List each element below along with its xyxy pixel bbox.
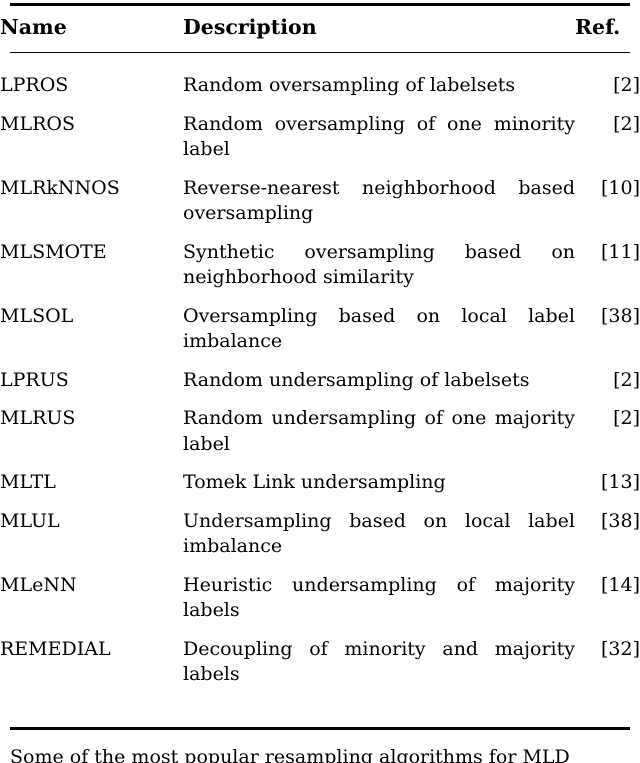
cell-description: Random oversampling of one minor­ity lab…: [183, 112, 575, 161]
cell-name: MLTL: [0, 471, 56, 493]
table-row: MLUL Undersampling based on local label …: [0, 509, 640, 573]
cell-ref: [2]: [613, 74, 640, 96]
table-row: MLRUS Random undersampling of one ma­jor…: [0, 406, 640, 470]
cell-name: MLROS: [0, 112, 75, 135]
resampling-algorithms-table: Name Description Ref. LPROS Random overs…: [0, 0, 640, 704]
cell-name: REMEDIAL: [0, 637, 111, 660]
cell-ref: [32]: [600, 637, 640, 660]
cell-ref: [38]: [600, 509, 640, 532]
cell-ref: [2]: [613, 407, 640, 429]
cell-description: Random undersampling of one ma­jority la…: [183, 407, 575, 455]
cell-name: MLSMOTE: [0, 240, 107, 263]
cell-ref: [38]: [600, 304, 640, 327]
header-top-spacer: [0, 0, 640, 14]
cell-description: Random undersampling of labelsets: [183, 368, 530, 391]
table-row: MLROS Random oversampling of one minor­i…: [0, 112, 640, 176]
table-row: MLSMOTE Synthetic oversampling based on …: [0, 240, 640, 304]
table-row: MLSOL Oversampling based on local label …: [0, 304, 640, 368]
column-header-ref: Ref.: [575, 15, 621, 39]
cell-ref: [2]: [613, 368, 640, 391]
cell-name: LPROS: [0, 74, 69, 96]
cell-name: MLeNN: [0, 573, 77, 596]
cell-ref: [11]: [600, 240, 640, 263]
cell-description: Reverse-nearest neighborhood based overs…: [183, 176, 575, 225]
column-header-description: Description: [183, 15, 317, 39]
table-row: MLeNN Heuristic undersampling of majorit…: [0, 573, 640, 637]
table-header-row: Name Description Ref.: [0, 14, 640, 52]
table-row: MLTL Tomek Link undersampling [13]: [0, 470, 640, 509]
cell-ref: [14]: [600, 573, 640, 596]
cell-description: Decoupling of minority and majority labe…: [183, 637, 575, 686]
column-header-name: Name: [0, 15, 67, 39]
cell-name: MLRkNNOS: [0, 176, 120, 199]
cell-description: Undersampling based on local label imbal…: [183, 509, 575, 558]
cell-ref: [2]: [613, 112, 640, 135]
cell-description: Heuristic undersampling of majority labe…: [183, 573, 575, 622]
cell-description: Oversampling based on local label imbala…: [183, 304, 575, 353]
cell-name: LPRUS: [0, 368, 69, 391]
cell-description: Random oversampling of labelsets: [183, 74, 516, 96]
table-caption: Some of the most popular resampling algo…: [10, 746, 570, 763]
table-row: LPRUS Random undersampling of labelsets …: [0, 368, 640, 407]
table-row: REMEDIAL Decoupling of minority and majo…: [0, 637, 640, 704]
table-page: Name Description Ref. LPROS Random overs…: [0, 0, 640, 763]
cell-description: Synthetic oversampling based on neighbor…: [183, 240, 575, 289]
table-bottom-rule: [10, 727, 630, 730]
cell-description: Tomek Link undersampling: [183, 471, 446, 493]
cell-name: MLUL: [0, 509, 60, 532]
cell-ref: [13]: [600, 471, 640, 493]
table-row: MLRkNNOS Reverse-nearest neighborhood ba…: [0, 176, 640, 240]
cell-name: MLRUS: [0, 407, 76, 429]
table-row: LPROS Random oversampling of labelsets […: [0, 73, 640, 112]
header-bottom-spacer: [0, 52, 640, 73]
cell-name: MLSOL: [0, 304, 74, 327]
cell-ref: [10]: [600, 176, 640, 199]
